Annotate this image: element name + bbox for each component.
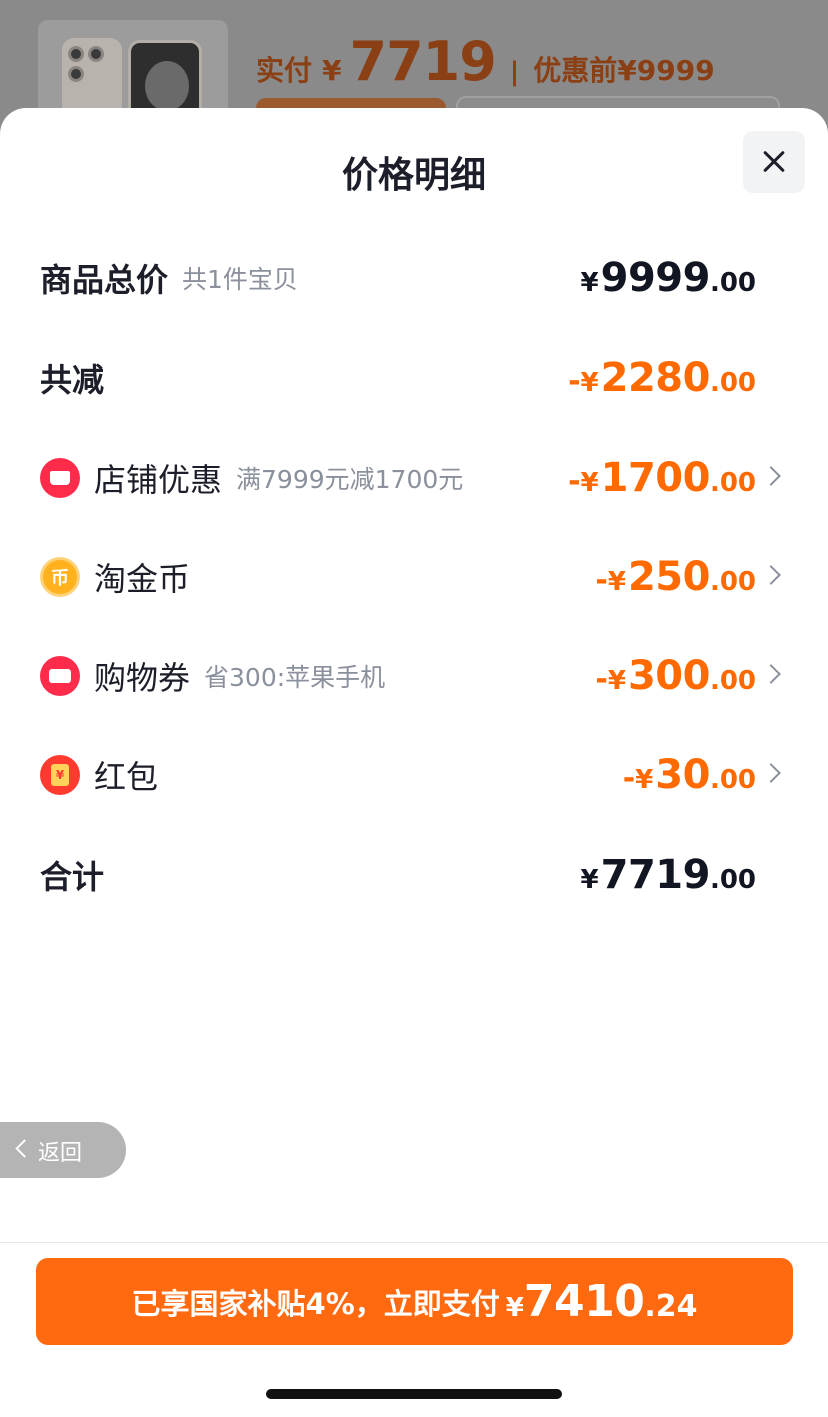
amount-decimal: .00 xyxy=(709,865,756,895)
back-button[interactable]: 返回 xyxy=(0,1122,126,1178)
chevron-left-icon xyxy=(15,1139,34,1158)
original-price: 优惠前¥9999 xyxy=(533,54,715,87)
header-price: 实付 ¥ 7719 | 优惠前¥9999 xyxy=(256,30,715,93)
amount-decimal: .00 xyxy=(709,666,756,696)
row-title: 淘金币 xyxy=(94,560,191,598)
amount-integer: 300 xyxy=(627,653,711,699)
row-coupon[interactable]: 购物券 省300:苹果手机 - ¥ 300 .00 xyxy=(0,646,828,706)
paid-currency: ¥ xyxy=(322,54,342,87)
minus-sign: - xyxy=(595,563,608,598)
amount-integer: 7719 xyxy=(600,852,711,898)
pay-button[interactable]: 已享国家补贴4%，立即支付 ¥ 7410 .24 xyxy=(36,1258,793,1345)
amount-decimal: .00 xyxy=(709,567,756,597)
minus-sign: - xyxy=(595,662,608,697)
amount-integer: 30 xyxy=(655,752,710,798)
home-indicator[interactable] xyxy=(266,1389,562,1399)
camera-lens-icon xyxy=(88,46,104,62)
row-subtitle: 共1件宝贝 xyxy=(182,265,298,294)
row-subtitle: 省300:苹果手机 xyxy=(204,663,386,692)
row-total-discount: 共减 - ¥ 2280 .00 xyxy=(0,348,828,408)
store-icon xyxy=(40,458,80,498)
coin-icon: 币 xyxy=(40,557,80,597)
row-subtotal: 合计 ¥ 7719 .00 xyxy=(0,845,828,905)
red-packet-icon xyxy=(40,755,80,795)
close-button[interactable] xyxy=(743,131,805,193)
chevron-right-icon[interactable] xyxy=(761,763,781,783)
price-separator: | xyxy=(509,57,520,87)
currency-symbol: ¥ xyxy=(580,368,599,398)
back-label: 返回 xyxy=(38,1141,83,1166)
subtotal-amount: ¥ 7719 .00 xyxy=(581,852,756,898)
amount-decimal: .00 xyxy=(709,468,756,498)
amount-decimal: .00 xyxy=(709,268,756,298)
red-packet-amount: - ¥ 30 .00 xyxy=(623,752,756,798)
currency-symbol: ¥ xyxy=(607,666,626,696)
paid-amount: 7719 xyxy=(349,30,497,93)
chevron-right-icon[interactable] xyxy=(761,466,781,486)
row-title: 商品总价 xyxy=(40,261,169,299)
coupon-amount: - ¥ 300 .00 xyxy=(595,653,756,699)
currency-symbol: ¥ xyxy=(580,865,599,895)
currency-symbol: ¥ xyxy=(580,468,599,498)
amount-integer: 9999 xyxy=(600,255,711,301)
amount-decimal: .24 xyxy=(644,1289,698,1324)
amount-decimal: .00 xyxy=(709,368,756,398)
currency-symbol: ¥ xyxy=(635,765,654,795)
row-title: 合计 xyxy=(40,858,105,896)
chevron-right-icon[interactable] xyxy=(761,664,781,684)
pay-message: 已享国家补贴4%，立即支付 xyxy=(131,1286,500,1321)
currency-symbol: ¥ xyxy=(505,1293,524,1323)
total-amount: ¥ 9999 .00 xyxy=(581,255,756,301)
currency-symbol: ¥ xyxy=(607,567,626,597)
minus-sign: - xyxy=(622,761,636,796)
gold-coin-amount: - ¥ 250 .00 xyxy=(595,554,756,600)
row-title: 红包 xyxy=(94,758,159,796)
pay-amount: ¥ 7410 .24 xyxy=(500,1276,698,1327)
paid-label: 实付 xyxy=(256,54,313,87)
row-gold-coin[interactable]: 币 淘金币 - ¥ 250 .00 xyxy=(0,547,828,607)
price-detail-sheet: 价格明细 商品总价 共1件宝贝 ¥ 9999 .00 共减 - ¥ 2280 .… xyxy=(0,108,828,1417)
row-total-price: 商品总价 共1件宝贝 ¥ 9999 .00 xyxy=(0,248,828,308)
sheet-title: 价格明细 xyxy=(341,155,486,196)
coupon-icon xyxy=(40,656,80,696)
row-red-packet[interactable]: 红包 - ¥ 30 .00 xyxy=(0,745,828,805)
store-discount-amount: - ¥ 1700 .00 xyxy=(568,455,756,501)
chevron-right-icon[interactable] xyxy=(761,565,781,585)
bottom-divider xyxy=(0,1242,828,1243)
amount-integer: 1700 xyxy=(600,455,711,501)
row-subtitle: 满7999元减1700元 xyxy=(236,465,464,494)
camera-lens-icon xyxy=(68,46,84,62)
minus-sign: - xyxy=(568,464,581,499)
row-store-discount[interactable]: 店铺优惠 满7999元减1700元 - ¥ 1700 .00 xyxy=(0,448,828,508)
amount-integer: 2280 xyxy=(600,355,711,401)
row-title: 共减 xyxy=(40,361,105,399)
row-title: 购物券 xyxy=(94,659,191,697)
amount-integer: 250 xyxy=(627,554,711,600)
camera-lens-icon xyxy=(68,66,84,82)
minus-sign: - xyxy=(568,364,581,399)
screen: 实付 ¥ 7719 | 优惠前¥9999 价格明细 商品总价 共1件宝贝 ¥ 9… xyxy=(0,0,828,1417)
discount-total-amount: - ¥ 2280 .00 xyxy=(568,355,756,401)
amount-decimal: .00 xyxy=(709,765,756,795)
currency-symbol: ¥ xyxy=(580,268,599,298)
amount-integer: 7410 xyxy=(523,1276,645,1327)
row-title: 店铺优惠 xyxy=(94,461,223,499)
